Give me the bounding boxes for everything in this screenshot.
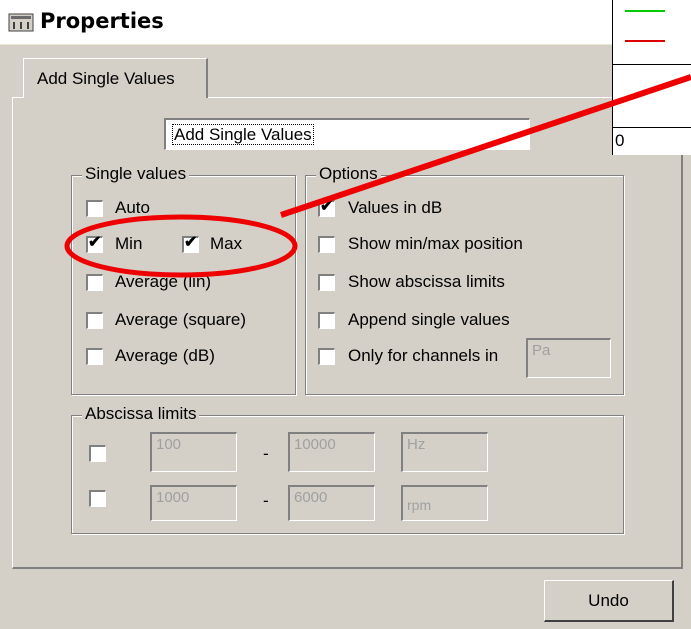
green-legend-line [625,10,665,12]
max-label: Max [210,234,243,253]
axis-zero-label: 0 [615,131,625,150]
name-input-value: Add Single Values [172,124,314,145]
range-separator: - [263,444,269,463]
min-checkbox[interactable]: ✔ [86,234,103,253]
values-in-db-label: Values in dB [348,198,443,217]
show-min-max-position-label: Show min/max position [348,234,523,253]
title-bar[interactable]: Properties [0,0,691,45]
channel-unit-field[interactable]: Pa [526,338,611,378]
average-square-label: Average (square) [115,310,247,329]
abscissa-limit-1-checkbox[interactable] [89,445,106,462]
undo-button[interactable]: Undo [544,580,674,622]
window-title: Properties [40,9,164,33]
options-title: Options [316,164,381,184]
show-abscissa-limits-checkbox[interactable] [318,274,335,291]
average-lin-checkbox[interactable] [86,274,103,291]
abscissa-limits-title: Abscissa limits [82,404,200,424]
auto-checkbox[interactable] [86,200,103,217]
properties-window: Properties Add Single Values Add Single … [0,0,691,629]
red-legend-line [625,40,665,42]
abscissa-limit-1-max-field[interactable]: 10000 [288,432,375,472]
channel-unit-value: Pa [532,342,551,359]
average-db-checkbox[interactable] [86,348,103,365]
abscissa-limit-1-unit-value: Hz [407,436,426,453]
abscissa-limit-2-min-field[interactable]: 1000 [150,485,237,521]
abscissa-limit-1-min-value: 100 [156,436,182,453]
check-mark-icon: ✔ [320,198,334,215]
only-for-channels-label: Only for channels in [348,346,499,365]
abscissa-limit-1-min-field[interactable]: 100 [150,432,237,472]
values-in-db-checkbox[interactable]: ✔ [318,198,335,217]
append-single-values-checkbox[interactable] [318,312,335,329]
min-label: Min [115,234,143,253]
check-mark-icon: ✔ [88,234,102,251]
chart-legend-box: 0 [612,0,691,155]
auto-label: Auto [115,198,150,217]
abscissa-limit-1-unit-field[interactable]: Hz [401,432,488,472]
abscissa-limit-2-checkbox[interactable] [89,490,106,507]
abscissa-limit-2-unit-value: rpm [407,497,432,513]
name-input[interactable]: Add Single Values [164,118,530,150]
check-mark-icon: ✔ [184,234,198,251]
show-min-max-position-checkbox[interactable] [318,236,335,253]
show-abscissa-limits-label: Show abscissa limits [348,272,505,291]
average-square-checkbox[interactable] [86,312,103,329]
tab-add-single-values[interactable]: Add Single Values [23,58,208,98]
legend-divider [613,127,691,128]
abscissa-limit-2-max-field[interactable]: 6000 [288,485,375,521]
single-values-title: Single values [82,164,190,184]
properties-icon [8,13,34,32]
only-for-channels-checkbox[interactable] [318,348,335,365]
average-db-label: Average (dB) [115,346,215,365]
range-separator: - [263,491,269,510]
tab-label: Add Single Values [37,69,175,88]
average-lin-label: Average (lin) [115,272,212,291]
max-checkbox[interactable]: ✔ [182,234,199,253]
append-single-values-label: Append single values [348,310,510,329]
abscissa-limit-1-max-value: 10000 [294,436,336,453]
abscissa-limit-2-max-value: 6000 [294,489,328,506]
abscissa-limit-2-unit-field[interactable]: rpm [401,485,488,521]
abscissa-limit-2-min-value: 1000 [156,489,190,506]
legend-divider [613,64,691,65]
